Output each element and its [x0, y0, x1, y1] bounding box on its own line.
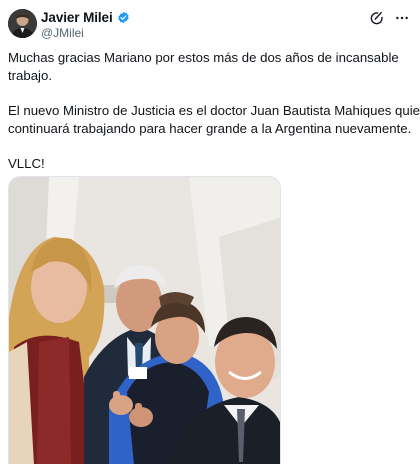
more-options-icon[interactable]: [394, 10, 410, 26]
tweet-paragraph-3: VLLC!: [8, 156, 45, 171]
grok-icon[interactable]: [368, 10, 384, 26]
author-avatar[interactable]: [8, 9, 37, 38]
tweet-paragraph-1-line-2: trabajo.: [8, 68, 52, 83]
tweet-paragraph-1-line-1: Muchas gracias Mariano por estos más de …: [8, 50, 399, 65]
group-selfie-photo: [9, 177, 280, 464]
tweet-paragraph-2-line-2: continuará trabajando para hacer grande …: [8, 121, 412, 136]
tweet-paragraph-2-line-1: El nuevo Ministro de Justicia es el doct…: [8, 103, 420, 118]
verified-badge-icon: [117, 11, 130, 24]
author-handle[interactable]: @JMilei: [41, 26, 130, 40]
tweet-header: Javier Milei @JMilei: [8, 8, 412, 40]
author-name[interactable]: Javier Milei: [41, 10, 113, 25]
tweet-photo[interactable]: [8, 176, 281, 464]
